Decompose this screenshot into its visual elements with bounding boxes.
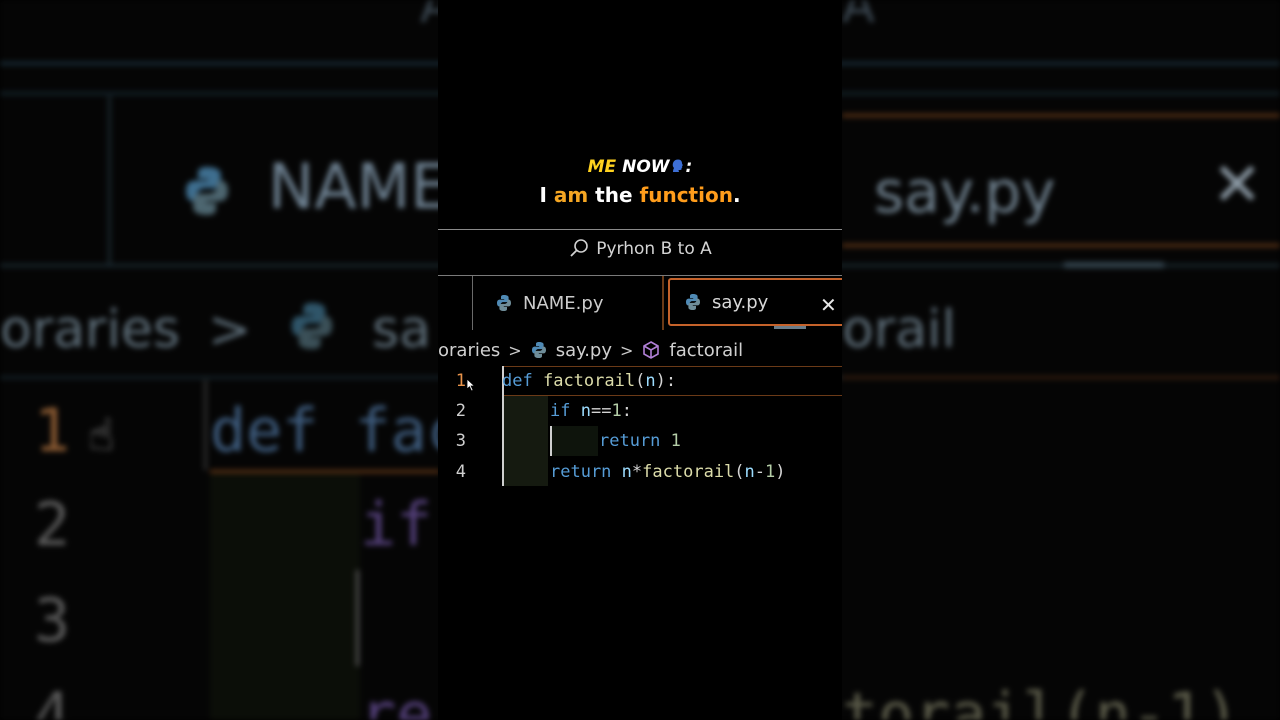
code-keyword: def xyxy=(502,371,533,391)
tab-say-py[interactable]: say.py xyxy=(668,278,842,326)
cube-symbol-icon xyxy=(643,341,660,359)
caption-period: . xyxy=(732,183,741,207)
bg-indent-guide xyxy=(356,570,359,666)
code-punct: ( xyxy=(635,371,646,391)
tab-name-py[interactable]: NAME.py xyxy=(472,276,662,330)
bg-code-line: def fac xyxy=(210,396,463,466)
caption-line-2: I am the function. xyxy=(438,180,842,210)
caption-word: the xyxy=(595,183,633,207)
bg-tab-say-label: say.py xyxy=(874,158,1056,226)
bg-breadcrumb-mid: sa xyxy=(372,300,431,360)
search-icon xyxy=(570,239,589,257)
breadcrumb-file-label: say.py xyxy=(555,339,612,361)
code-punct: ): xyxy=(655,371,677,391)
indent-highlight xyxy=(504,396,548,486)
command-search-bar[interactable]: Pyrhon B to A xyxy=(438,229,842,268)
code-operator: * xyxy=(631,462,643,482)
code-number: 1 xyxy=(765,462,776,482)
bg-line-number: 2 xyxy=(34,490,71,560)
code-function: factorail xyxy=(542,371,636,391)
code-keyword: return xyxy=(599,431,661,451)
indent-highlight xyxy=(550,426,598,456)
caption-colon: : xyxy=(685,157,693,177)
python-icon xyxy=(684,293,702,311)
line-number: 2 xyxy=(455,401,466,421)
code-operator: == xyxy=(590,401,612,421)
caption-word: am xyxy=(553,183,589,207)
tab-scroll-indicator xyxy=(774,326,806,329)
caption-line-1: ME NOW: xyxy=(438,154,842,180)
caption-word: I xyxy=(539,183,547,207)
close-tab-icon[interactable]: ✕ xyxy=(820,293,837,317)
bg-tab-separator xyxy=(108,96,111,266)
bg-tab-border xyxy=(842,244,1280,247)
code-number: 1 xyxy=(611,401,622,421)
code-line-1: def factorail(n): xyxy=(502,371,676,391)
bg-code-line: re xyxy=(360,680,433,720)
bg-hand-cursor-icon: ☝ xyxy=(88,410,115,461)
meme-caption: ME NOW: I am the function. xyxy=(438,154,842,210)
code-editor[interactable]: 1 def factorail(n): 2 if n==1: 3 return … xyxy=(438,366,842,490)
tab-separator xyxy=(662,276,664,330)
bg-cursor-line xyxy=(204,380,207,470)
bg-breadcrumb-left: oraries xyxy=(0,300,180,360)
caption-word: function xyxy=(639,183,733,207)
code-keyword: if xyxy=(550,401,571,421)
breadcrumb: oraries > say.py > factorail xyxy=(438,336,842,364)
bg-indent-block xyxy=(210,474,360,720)
line-number: 3 xyxy=(455,431,466,451)
editor-tabstrip: NAME.py say.py xyxy=(438,275,842,332)
video-panel: ME NOW: I am the function. Pyrhon B to A… xyxy=(438,0,842,720)
mouse-pointer-icon xyxy=(466,377,476,397)
bg-tab-name: NAME xyxy=(180,150,449,223)
bg-line-highlight xyxy=(842,376,1280,379)
code-param: n xyxy=(580,401,591,421)
bg-top-right-char: A xyxy=(842,0,875,34)
line-number: 1 xyxy=(455,371,466,391)
code-function: factorail xyxy=(642,462,735,482)
bg-scroll-indicator xyxy=(1064,262,1164,268)
python-icon xyxy=(530,341,548,359)
bg-code-line: if xyxy=(360,490,433,560)
code-punct: ) xyxy=(775,462,786,482)
code-line-3: return 1 xyxy=(599,431,681,451)
breadcrumb-file[interactable]: say.py xyxy=(530,340,612,361)
code-number: 1 xyxy=(670,431,681,451)
caption-me: ME xyxy=(587,157,617,177)
chevron-right-icon: > xyxy=(508,340,522,360)
bg-tab-border xyxy=(842,114,1280,117)
breadcrumb-symbol-label: factorail xyxy=(669,339,744,361)
search-bar-text: Pyrhon B to A xyxy=(596,239,712,259)
bg-line-number: 1 xyxy=(34,396,71,466)
code-operator: - xyxy=(754,462,766,482)
bg-breadcrumb-right: orail xyxy=(842,300,956,360)
bg-line-highlight xyxy=(210,470,440,473)
code-param: n xyxy=(645,371,656,391)
line-number: 4 xyxy=(455,462,466,482)
bg-line-number: 4 xyxy=(34,680,71,720)
breadcrumb-symbol[interactable]: factorail xyxy=(641,340,743,361)
bg-chevron-icon: > xyxy=(208,300,252,360)
indent-guide xyxy=(550,426,552,456)
code-keyword: return xyxy=(550,462,612,482)
speaking-head-icon xyxy=(670,156,686,172)
python-icon xyxy=(180,160,234,215)
bg-close-icon: ✕ xyxy=(1212,150,1263,220)
chevron-right-icon: > xyxy=(620,340,634,360)
code-line-2: if n==1: xyxy=(550,401,632,421)
bg-line-number: 3 xyxy=(34,586,71,656)
bg-python-icon xyxy=(286,300,338,365)
breadcrumb-folder[interactable]: oraries xyxy=(438,340,500,361)
code-punct: : xyxy=(621,401,632,421)
bg-tab-label: NAME xyxy=(268,150,450,223)
code-punct: ( xyxy=(734,462,745,482)
code-line-4: return n*factorail(n-1) xyxy=(550,462,786,482)
tab-label: NAME.py xyxy=(523,292,604,314)
bg-code-line: torail(n-1) xyxy=(842,680,1240,720)
code-param: n xyxy=(744,462,755,482)
python-icon xyxy=(495,294,513,312)
tab-label: say.py xyxy=(712,291,769,313)
caption-now: NOW xyxy=(622,157,670,177)
code-param: n xyxy=(621,462,632,482)
